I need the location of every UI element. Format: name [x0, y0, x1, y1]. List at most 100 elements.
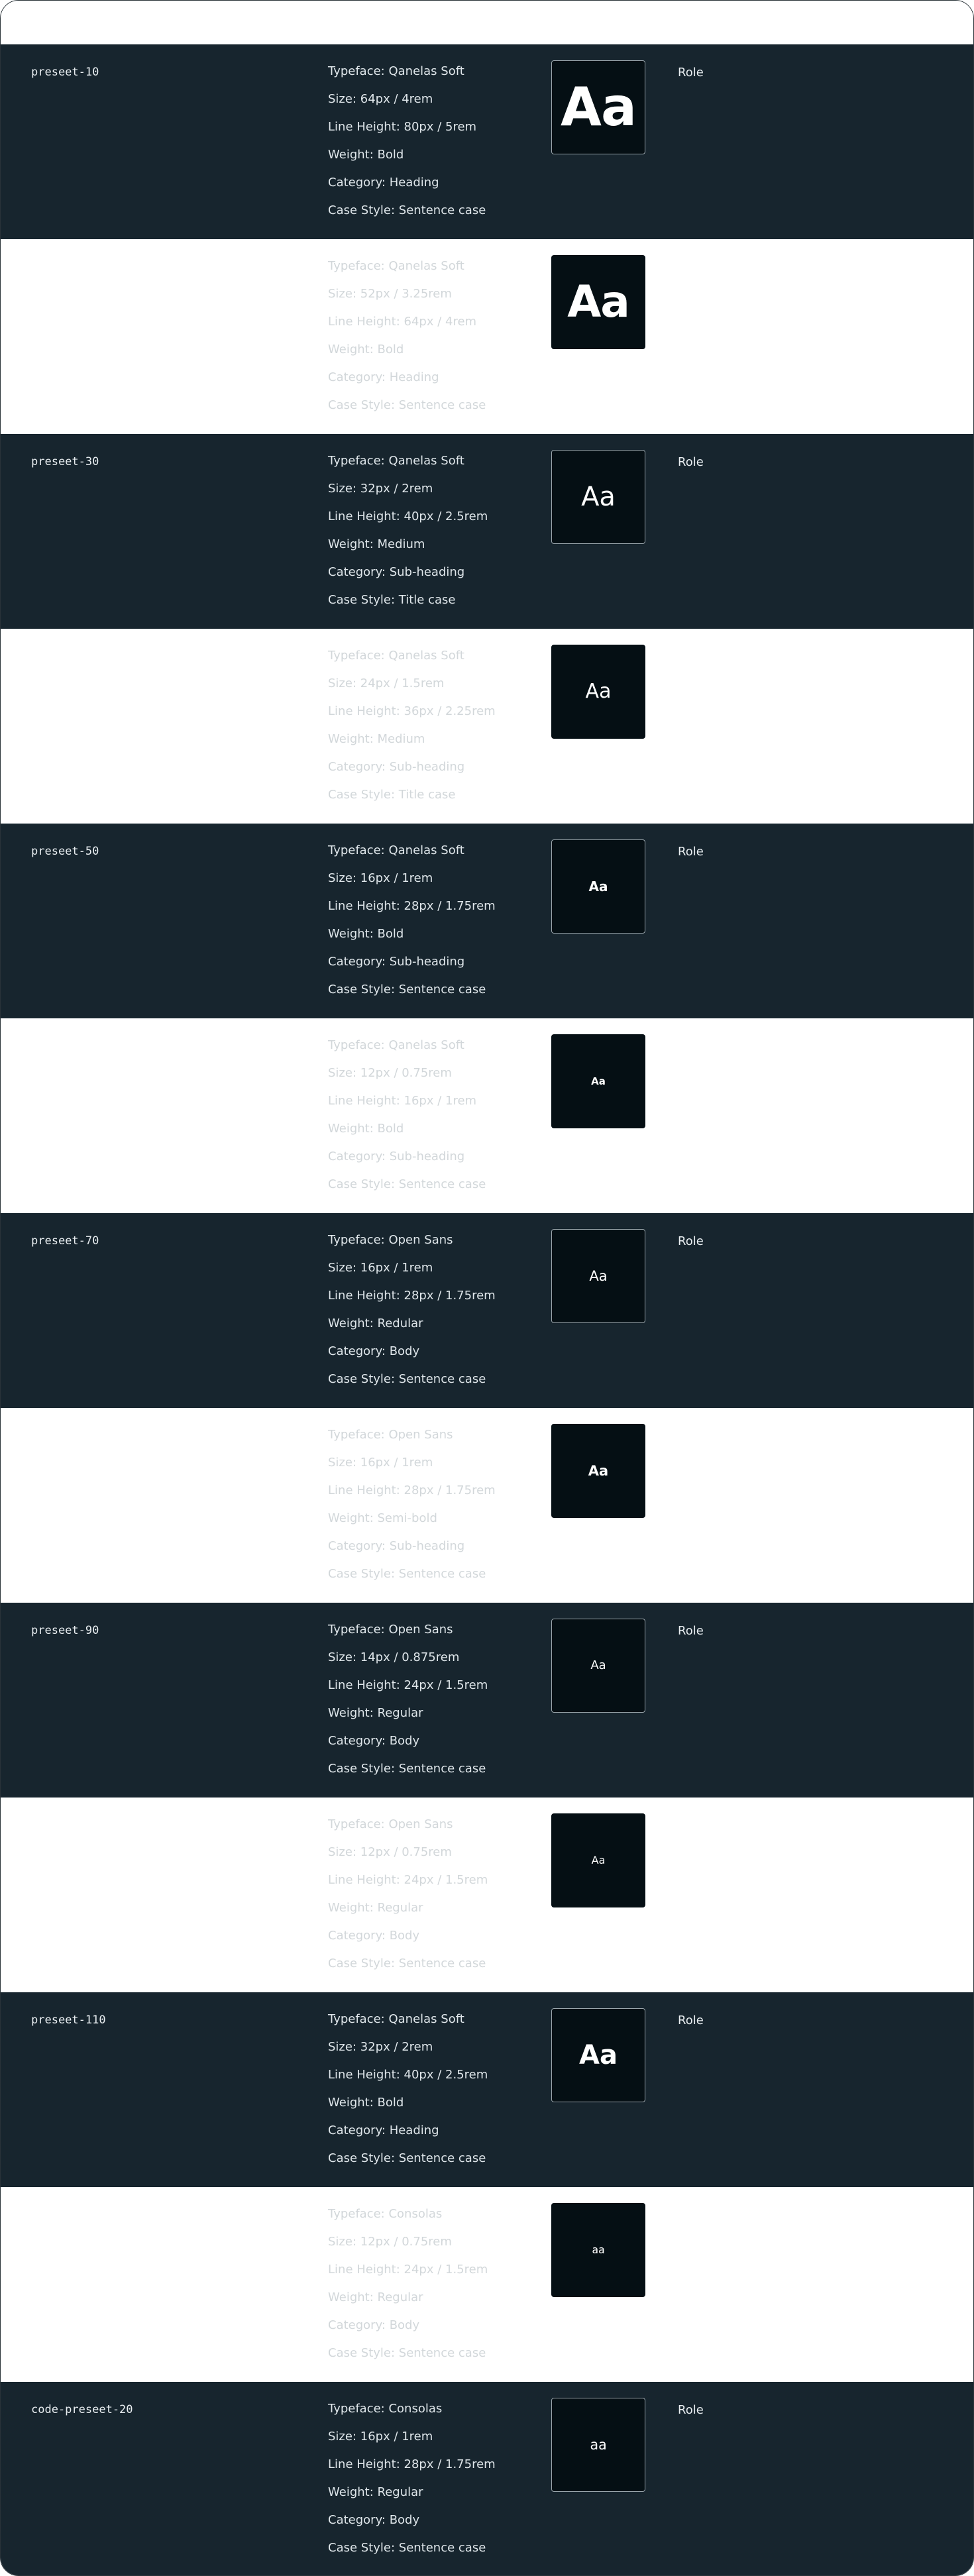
line-height-label: Line Height: 80px / 5rem	[328, 120, 477, 134]
type-sample-text: Aa	[581, 482, 616, 512]
preset-row: Typeface: Open Sans Size: 12px / 0.75rem…	[1, 1798, 973, 1992]
category-label: Category: Heading	[328, 176, 439, 189]
role-label: Role	[678, 1234, 704, 1248]
typeface-label: Typeface: Qanelas Soft	[328, 64, 464, 78]
case-style-label: Case Style: Sentence case	[328, 1567, 486, 1581]
type-sample-text: aa	[592, 2243, 605, 2256]
preset-specs: Typeface: Qanelas Soft Size: 16px / 1rem…	[328, 843, 496, 1010]
size-label: Size: 12px / 0.75rem	[328, 2235, 452, 2249]
preset-specs: Typeface: Qanelas Soft Size: 52px / 3.25…	[328, 259, 486, 426]
type-sample-text: Aa	[588, 879, 608, 894]
preset-row: Typeface: Consolas Size: 12px / 0.75rem …	[1, 2187, 973, 2382]
preset-row: preseet-90 Typeface: Open Sans Size: 14p…	[1, 1603, 973, 1798]
weight-label: Weight: Regular	[328, 1706, 423, 1720]
typeface-label: Typeface: Open Sans	[328, 1428, 453, 1442]
weight-label: Weight: Regular	[328, 2485, 423, 2499]
typeface-label: Typeface: Open Sans	[328, 1817, 453, 1831]
role-label: Role	[678, 2013, 704, 2027]
size-label: Size: 32px / 2rem	[328, 2040, 433, 2054]
typeface-label: Typeface: Qanelas Soft	[328, 1038, 464, 1052]
category-label: Category: Sub-heading	[328, 955, 465, 969]
size-label: Size: 52px / 3.25rem	[328, 287, 452, 301]
line-height-label: Line Height: 40px / 2.5rem	[328, 2068, 488, 2082]
line-height-label: Line Height: 16px / 1rem	[328, 1094, 477, 1108]
weight-label: Weight: Bold	[328, 1122, 404, 1136]
case-style-label: Case Style: Title case	[328, 593, 456, 607]
type-sample-text: Aa	[589, 1267, 608, 1284]
preset-row: preseet-50 Typeface: Qanelas Soft Size: …	[1, 824, 973, 1018]
size-label: Size: 12px / 0.75rem	[328, 1066, 452, 1080]
case-style-label: Case Style: Sentence case	[328, 2346, 486, 2360]
role-label: Role	[678, 66, 704, 80]
weight-label: Weight: Bold	[328, 927, 404, 941]
typeface-label: Typeface: Qanelas Soft	[328, 259, 464, 273]
preset-specs: Typeface: Qanelas Soft Size: 32px / 2rem…	[328, 454, 488, 621]
category-label: Category: Sub-heading	[328, 565, 465, 579]
weight-label: Weight: Medium	[328, 537, 425, 551]
size-label: Size: 16px / 1rem	[328, 1456, 433, 1470]
case-style-label: Case Style: Sentence case	[328, 1762, 486, 1776]
weight-label: Weight: Bold	[328, 343, 404, 356]
typeface-label: Typeface: Qanelas Soft	[328, 454, 464, 468]
preset-row: Typeface: Qanelas Soft Size: 24px / 1.5r…	[1, 629, 973, 824]
line-height-label: Line Height: 28px / 1.75rem	[328, 1483, 496, 1497]
preset-specs: Typeface: Qanelas Soft Size: 32px / 2rem…	[328, 2012, 488, 2179]
typeface-label: Typeface: Qanelas Soft	[328, 649, 464, 663]
weight-label: Weight: Bold	[328, 148, 404, 162]
role-label: Role	[678, 845, 704, 859]
preset-row: preseet-10 Typeface: Qanelas Soft Size: …	[1, 44, 973, 239]
typeface-label: Typeface: Open Sans	[328, 1623, 453, 1637]
category-label: Category: Body	[328, 2318, 420, 2332]
type-sample-text: Aa	[588, 1462, 609, 1479]
size-label: Size: 14px / 0.875rem	[328, 1650, 460, 1664]
size-label: Size: 32px / 2rem	[328, 482, 433, 496]
case-style-label: Case Style: Sentence case	[328, 983, 486, 996]
preset-name: preseet-10	[31, 66, 99, 79]
preset-name: preseet-50	[31, 845, 99, 858]
preset-specs: Typeface: Consolas Size: 12px / 0.75rem …	[328, 2207, 488, 2374]
preset-specs: Typeface: Consolas Size: 16px / 1rem Lin…	[328, 2402, 496, 2569]
typeface-label: Typeface: Consolas	[328, 2402, 443, 2416]
type-sample: Aa	[551, 839, 645, 934]
case-style-label: Case Style: Sentence case	[328, 1372, 486, 1386]
case-style-label: Case Style: Title case	[328, 788, 456, 802]
case-style-label: Case Style: Sentence case	[328, 2151, 486, 2165]
preset-row: preseet-30 Typeface: Qanelas Soft Size: …	[1, 434, 973, 629]
role-label: Role	[678, 2403, 704, 2417]
typeface-label: Typeface: Qanelas Soft	[328, 2012, 464, 2026]
line-height-label: Line Height: 28px / 1.75rem	[328, 899, 496, 913]
type-sample-text: Aa	[591, 1075, 606, 1087]
weight-label: Weight: Bold	[328, 2096, 404, 2110]
category-label: Category: Body	[328, 2513, 420, 2527]
case-style-label: Case Style: Sentence case	[328, 1957, 486, 1970]
type-sample: Aa	[551, 1813, 645, 1907]
type-sample: Aa	[551, 450, 645, 544]
preset-name: preseet-110	[31, 2013, 106, 2027]
type-sample: Aa	[551, 255, 645, 349]
size-label: Size: 16px / 1rem	[328, 1261, 433, 1275]
type-sample: Aa	[551, 1424, 645, 1518]
preset-specs: Typeface: Qanelas Soft Size: 64px / 4rem…	[328, 64, 486, 231]
preset-specs: Typeface: Open Sans Size: 16px / 1rem Li…	[328, 1233, 496, 1400]
line-height-label: Line Height: 64px / 4rem	[328, 315, 477, 329]
size-label: Size: 16px / 1rem	[328, 871, 433, 885]
size-label: Size: 24px / 1.5rem	[328, 676, 445, 690]
preset-specs: Typeface: Open Sans Size: 16px / 1rem Li…	[328, 1428, 496, 1595]
line-height-label: Line Height: 24px / 1.5rem	[328, 2263, 488, 2277]
preset-specs: Typeface: Open Sans Size: 14px / 0.875re…	[328, 1623, 488, 1790]
case-style-label: Case Style: Sentence case	[328, 203, 486, 217]
preset-name: code-preseet-20	[31, 2403, 133, 2416]
line-height-label: Line Height: 28px / 1.75rem	[328, 1289, 496, 1303]
type-sample: Aa	[551, 645, 645, 739]
category-label: Category: Sub-heading	[328, 1150, 465, 1163]
case-style-label: Case Style: Sentence case	[328, 398, 486, 412]
typeface-label: Typeface: Open Sans	[328, 1233, 453, 1247]
preset-row: preseet-70 Typeface: Open Sans Size: 16p…	[1, 1213, 973, 1408]
preset-row: Typeface: Qanelas Soft Size: 12px / 0.75…	[1, 1018, 973, 1213]
type-sample-text: Aa	[590, 1658, 606, 1672]
weight-label: Weight: Regular	[328, 2290, 423, 2304]
preset-specs: Typeface: Qanelas Soft Size: 12px / 0.75…	[328, 1038, 486, 1205]
type-sample: Aa	[551, 1229, 645, 1323]
preset-row: Typeface: Open Sans Size: 16px / 1rem Li…	[1, 1408, 973, 1603]
size-label: Size: 12px / 0.75rem	[328, 1845, 452, 1859]
